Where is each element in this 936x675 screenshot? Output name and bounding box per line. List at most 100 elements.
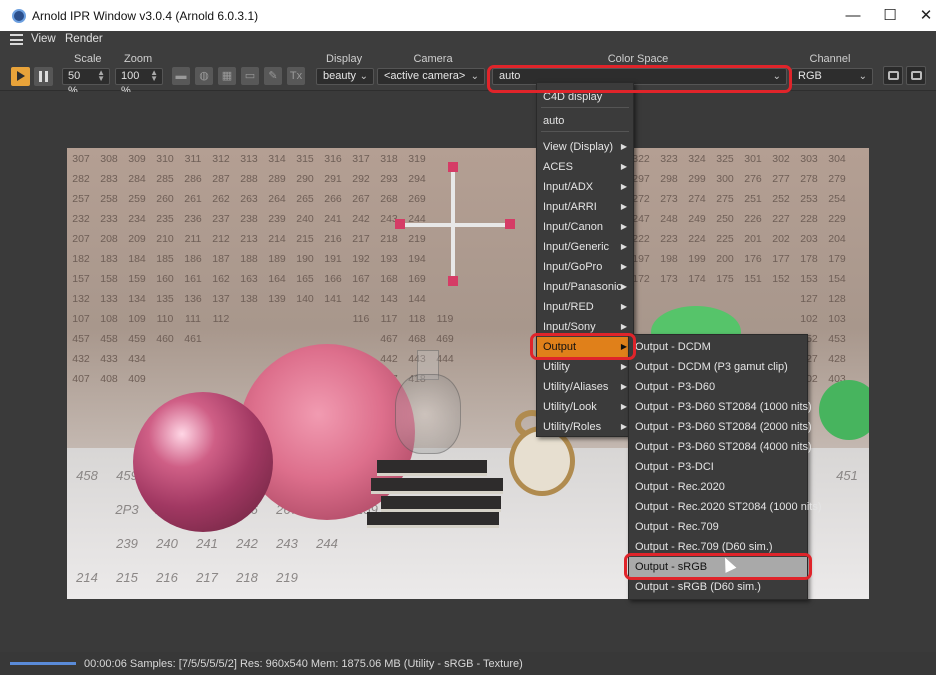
menu-item-label: Utility	[543, 361, 570, 373]
play-button[interactable]	[11, 67, 30, 86]
output-menu-item[interactable]: Output - P3-D60 ST2084 (1000 nits)	[629, 397, 812, 417]
colorspace-menu-item[interactable]: Utility ▶	[537, 357, 633, 377]
grid-number: 207	[72, 233, 90, 245]
globe-icon[interactable]: ◍	[195, 67, 213, 85]
colorspace-menu-item[interactable]: ACES ▶	[537, 157, 633, 177]
output-menu-item[interactable]: Output - DCDM	[629, 337, 807, 357]
output-menu-item[interactable]: Output - P3-D60 ST2084 (2000 nits)	[629, 417, 812, 437]
colorspace-menu-item[interactable]: Input/GoPro ▶	[537, 257, 633, 277]
menu-item-label: View (Display)	[543, 141, 614, 153]
grid-number: 138	[240, 293, 258, 305]
grid-number: 134	[128, 293, 146, 305]
colorspace-menu-item[interactable]: Utility/Look ▶	[537, 397, 633, 417]
grid-number: 312	[212, 153, 230, 165]
menu-view[interactable]: View	[31, 33, 56, 45]
output-menu-item[interactable]: Output - P3-D60 ST2084 (4000 nits)	[629, 437, 812, 457]
output-menu-item[interactable]: Output - DCDM (P3 gamut clip)	[629, 357, 807, 377]
floor-number	[587, 466, 627, 486]
grid-number: 232	[72, 213, 90, 225]
grid-number: 457	[72, 333, 90, 345]
output-menu-item[interactable]: Output - Rec.2020 ST2084 (1000 nits)	[629, 497, 822, 517]
colorspace-menu-item[interactable]: Input/ADX ▶	[537, 177, 633, 197]
camera-snapshot-icon[interactable]	[906, 66, 926, 85]
grid-number: 158	[100, 273, 118, 285]
picker-icon[interactable]: ✎	[264, 67, 282, 85]
colorspace-menu-item[interactable]: Input/ARRI ▶	[537, 197, 633, 217]
light-gizmo[interactable]	[451, 168, 455, 280]
floor-number	[507, 534, 547, 554]
grid-number: 433	[100, 353, 118, 365]
gizmo-handle[interactable]	[395, 219, 405, 229]
colorspace-menu-item[interactable]: Input/Generic ▶	[537, 237, 633, 257]
colorspace-menu-item[interactable]: Utility/Roles ▶	[537, 417, 633, 437]
grid-number: 282	[72, 173, 90, 185]
hamburger-icon[interactable]	[10, 34, 23, 45]
grid-number	[235, 349, 263, 369]
spinner-arrows-icon[interactable]: ▲ ▼	[150, 69, 158, 83]
spinner-arrows-icon[interactable]: ▲ ▼	[97, 69, 105, 83]
grid-number: 235	[156, 213, 174, 225]
colorspace-menu-item[interactable]: auto	[537, 111, 633, 131]
close-button[interactable]: ✕	[906, 4, 936, 28]
colorspace-menu-item[interactable]: Input/Canon ▶	[537, 217, 633, 237]
crop-icon[interactable]: ▦	[218, 67, 236, 85]
colorspace-menu-item[interactable]: Utility/Aliases ▶	[537, 377, 633, 397]
colorspace-menu-item[interactable]: Input/RED ▶	[537, 297, 633, 317]
pause-button[interactable]	[34, 67, 53, 86]
scale-spinbox[interactable]: 50 % ▲ ▼	[62, 68, 110, 97]
maximize-button[interactable]: ☐	[870, 4, 910, 28]
colorspace-menu-item[interactable]: Input/Panasonic ▶	[537, 277, 633, 297]
floor-number	[507, 500, 547, 520]
grid-number	[459, 349, 487, 369]
channel-dropdown[interactable]: RGB ⌄	[791, 68, 873, 85]
gizmo-handle[interactable]	[505, 219, 515, 229]
tx-icon[interactable]: Tx	[287, 67, 305, 85]
grid-number	[459, 249, 487, 269]
grid-number: 182	[72, 253, 90, 265]
frame-icon[interactable]: ▭	[241, 67, 259, 85]
grid-number	[767, 309, 795, 329]
grid-number: 127	[800, 293, 818, 305]
grid-number: 432	[72, 353, 90, 365]
grid-number: 173	[660, 273, 678, 285]
grid-number-row: 307 308 309 310 311 312 313 314 315 316 317 318 319 3…	[67, 149, 869, 169]
colorspace-highlight-ring	[487, 65, 792, 93]
grid-number: 153	[800, 273, 818, 285]
gizmo-handle[interactable]	[448, 276, 458, 286]
grid-number: 286	[184, 173, 202, 185]
region-icon[interactable]: ▬	[172, 67, 190, 85]
output-menu-item[interactable]: Output - Rec.2020	[629, 477, 807, 497]
grid-number: 236	[184, 213, 202, 225]
colorspace-menu-item[interactable]: View (Display) ▶	[537, 137, 633, 157]
grid-number: 151	[744, 273, 762, 285]
output-menu-item[interactable]: Output - P3-DCI	[629, 457, 807, 477]
grid-number: 136	[184, 293, 202, 305]
gizmo-handle[interactable]	[448, 162, 458, 172]
output-menu-item[interactable]: Output - P3-D60	[629, 377, 807, 397]
camera-dropdown[interactable]: <active camera> ⌄	[377, 68, 485, 85]
grid-number: 159	[128, 273, 146, 285]
grid-number: 186	[184, 253, 202, 265]
menu-render[interactable]: Render	[65, 33, 103, 45]
grid-number: 261	[184, 193, 202, 205]
floor-number: 244	[316, 536, 338, 551]
display-dropdown[interactable]: beauty ⌄	[316, 68, 374, 85]
grid-number	[487, 249, 515, 269]
light-gizmo[interactable]	[401, 223, 513, 227]
grid-number: 199	[688, 253, 706, 265]
settings-icon[interactable]	[883, 66, 903, 85]
grid-number: 189	[268, 253, 286, 265]
grid-number: 317	[352, 153, 370, 165]
grid-number: 238	[240, 213, 258, 225]
minimize-button[interactable]: —	[833, 4, 873, 28]
output-menu-item[interactable]: Output - sRGB (D60 sim.)	[629, 577, 807, 597]
grid-number: 319	[408, 153, 426, 165]
grid-number: 209	[128, 233, 146, 245]
grid-number	[767, 289, 795, 309]
menu-item-label: Utility/Look	[543, 401, 597, 413]
zoom-spinbox[interactable]: 100 % ▲ ▼	[115, 68, 163, 97]
floor-number	[547, 568, 587, 588]
output-menu-item[interactable]: Output - Rec.709	[629, 517, 807, 537]
grid-number: 307	[72, 153, 90, 165]
grid-number: 233	[100, 213, 118, 225]
